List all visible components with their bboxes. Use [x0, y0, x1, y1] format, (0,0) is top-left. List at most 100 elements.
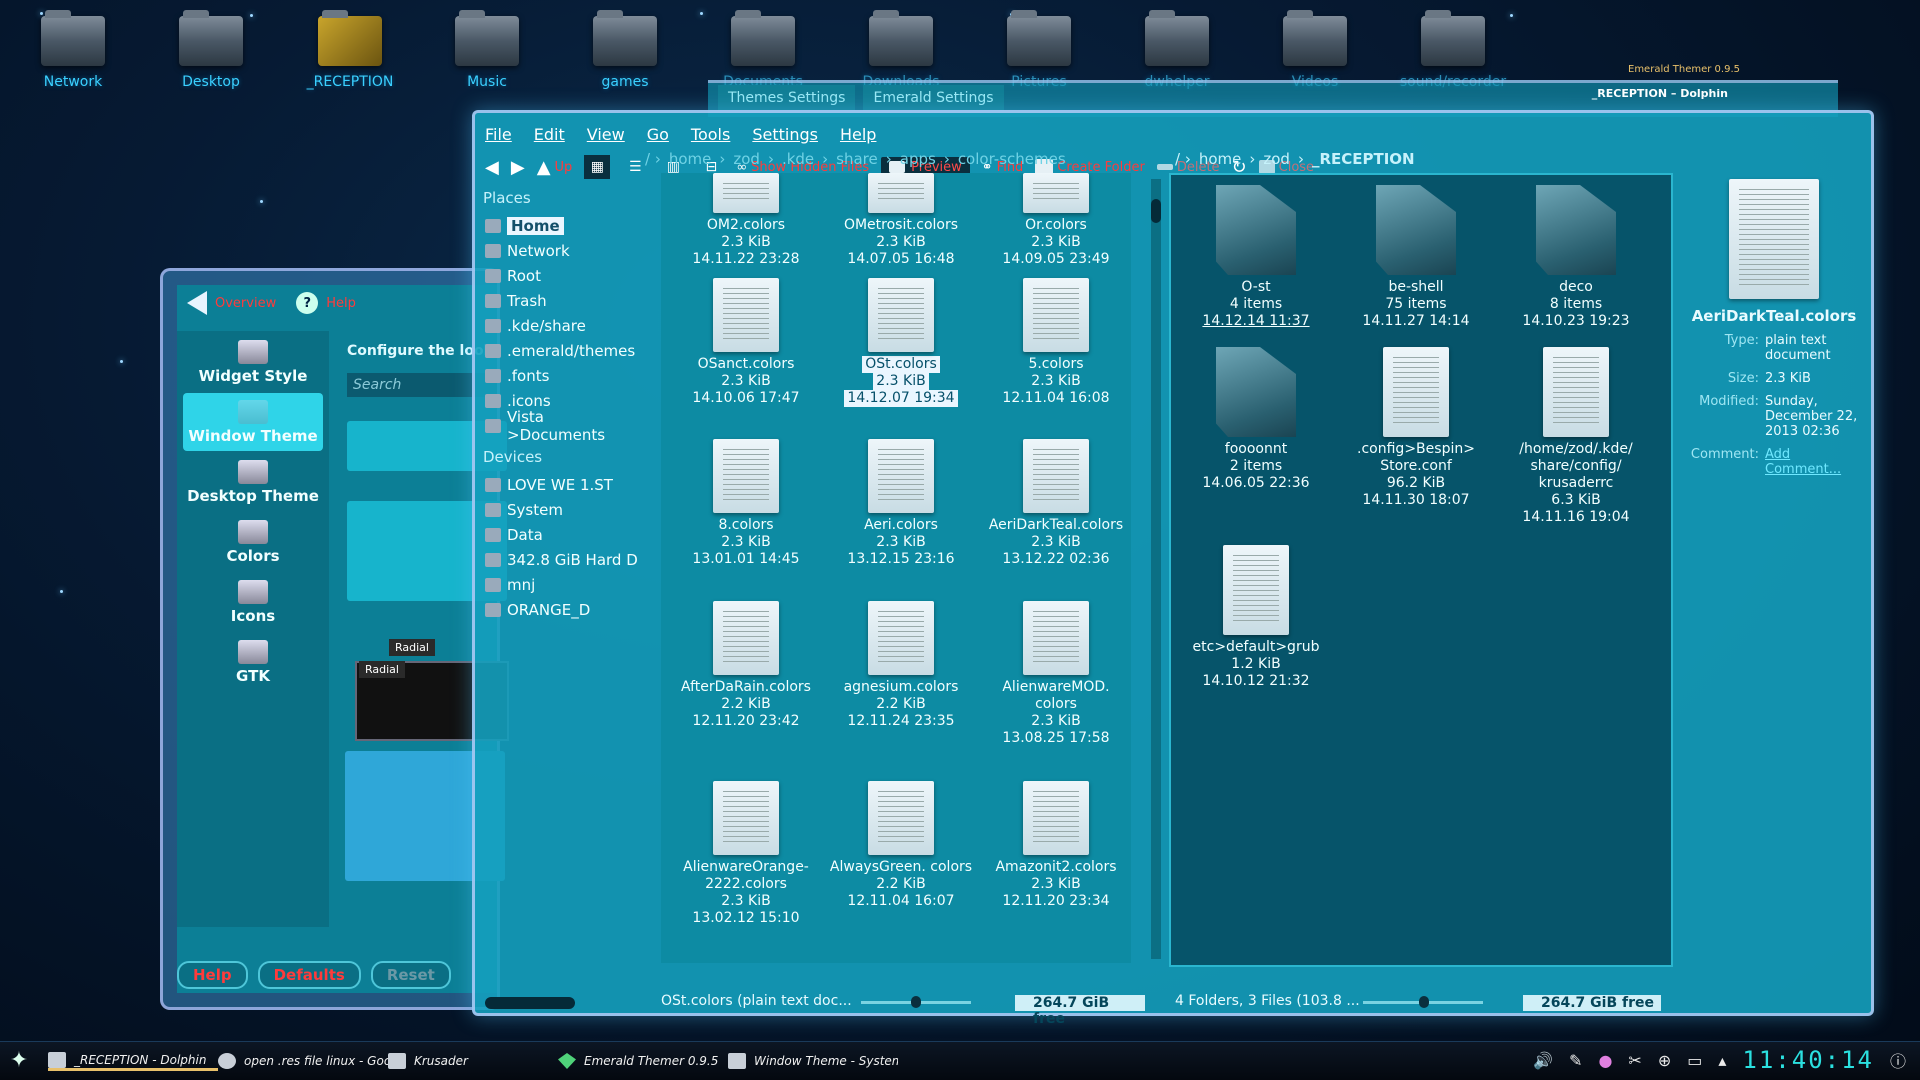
task-krusader[interactable]: Krusader — [388, 1053, 558, 1069]
menu-go[interactable]: Go — [647, 125, 669, 144]
menu-edit[interactable]: Edit — [534, 125, 565, 144]
desktop-icon-videos[interactable]: Videos — [1255, 10, 1375, 90]
crumb-home[interactable]: home — [1199, 150, 1242, 168]
task-dolphin[interactable]: _RECEPTION - Dolphin — [48, 1051, 218, 1071]
crumb-home[interactable]: home — [669, 150, 712, 168]
right-zoom-knob[interactable] — [1419, 996, 1429, 1008]
device-mnj[interactable]: mnj — [483, 572, 643, 597]
place-root[interactable]: Root — [483, 263, 643, 288]
crumb-zod[interactable]: zod — [733, 150, 760, 168]
folder-item[interactable]: be-shell 75 items 14.11.27 14:14 — [1341, 185, 1491, 330]
task-browser[interactable]: open .res file linux - Goo — [218, 1053, 388, 1069]
help-button[interactable]: Help — [177, 961, 248, 989]
info-icon[interactable]: ⓘ — [1890, 1048, 1906, 1072]
add-comment-link[interactable]: Add Comment... — [1765, 447, 1869, 477]
device-love-we[interactable]: LOVE WE 1.ST — [483, 472, 643, 497]
scissors-icon[interactable]: ✂ — [1628, 1051, 1641, 1070]
display-icon[interactable]: ▭ — [1687, 1051, 1702, 1070]
place-home[interactable]: Home — [483, 213, 643, 238]
file-item[interactable]: etc>default>grub 1.2 KiB 14.10.12 21:32 — [1181, 545, 1331, 690]
file-item[interactable]: agnesium.colors 2.2 KiB 12.11.24 23:35 — [826, 601, 976, 730]
back-arrow-icon[interactable] — [187, 291, 207, 315]
left-zoom-knob[interactable] — [911, 996, 921, 1008]
device-system[interactable]: System — [483, 497, 643, 522]
icons-view-button[interactable]: ▦ — [584, 155, 611, 179]
task-emerald-themer[interactable]: Emerald Themer 0.9.5 — [558, 1053, 728, 1069]
file-item[interactable]: Or.colors 2.3 KiB 14.09.05 23:49 — [981, 173, 1131, 268]
device-orange-d[interactable]: ORANGE_D — [483, 597, 643, 622]
defaults-button[interactable]: Defaults — [257, 961, 361, 989]
scrollbar-thumb[interactable] — [1151, 199, 1161, 223]
tab-themes-settings[interactable]: Themes Settings — [718, 85, 856, 111]
file-item[interactable]: OSanct.colors 2.3 KiB 14.10.06 17:47 — [671, 278, 821, 407]
category-colors[interactable]: Colors — [183, 513, 323, 571]
pen-icon[interactable]: ✎ — [1569, 1051, 1582, 1070]
clock[interactable]: 11:40:14 — [1742, 1046, 1874, 1074]
menu-view[interactable]: View — [587, 125, 625, 144]
folder-item[interactable]: foooonnt 2 items 14.06.05 22:36 — [1181, 347, 1331, 492]
left-scrollbar[interactable] — [1151, 179, 1161, 959]
file-item[interactable]: AlwaysGreen. colors 2.2 KiB 12.11.04 16:07 — [826, 781, 976, 910]
reset-button[interactable]: Reset — [370, 961, 451, 989]
category-gtk[interactable]: GTK — [183, 633, 323, 691]
place-emerald-themes[interactable]: .emerald/themes — [483, 338, 643, 363]
file-item[interactable]: AeriDarkTeal.colors 2.3 KiB 13.12.22 02:36 — [981, 439, 1131, 568]
kde-menu-icon[interactable]: ✦ — [4, 1046, 34, 1076]
status-dot-icon[interactable]: ● — [1598, 1051, 1612, 1070]
file-item[interactable]: 8.colors 2.3 KiB 13.01.01 14:45 — [671, 439, 821, 568]
tray-expand-icon[interactable]: ▴ — [1718, 1051, 1726, 1070]
crumb-reception[interactable]: _RECEPTION — [1312, 150, 1415, 168]
file-item[interactable]: AlienwareOrange-2222.colors 2.3 KiB 13.02.… — [671, 781, 821, 927]
desktop-icon-network[interactable]: Network — [13, 10, 133, 90]
device-hard-drive[interactable]: 342.8 GiB Hard D — [483, 547, 643, 572]
folder-item[interactable]: O-st 4 items 14.12.14 11:37 — [1181, 185, 1331, 330]
help-button[interactable]: Help — [326, 296, 356, 311]
menu-help[interactable]: Help — [840, 125, 876, 144]
desktop-icon-documents[interactable]: Documents — [703, 10, 823, 90]
file-item[interactable]: OMetrosit.colors 2.3 KiB 14.07.05 16:48 — [826, 173, 976, 268]
category-window-theme[interactable]: Window Theme — [183, 393, 323, 451]
folder-item[interactable]: deco 8 items 14.10.23 19:23 — [1501, 185, 1651, 330]
place-trash[interactable]: Trash — [483, 288, 643, 313]
category-desktop-theme[interactable]: Desktop Theme — [183, 453, 323, 511]
desktop-icon-reception[interactable]: _RECEPTION — [290, 10, 410, 90]
file-item[interactable]: AlienwareMOD. colors 2.3 KiB 13.08.25 17:5… — [981, 601, 1131, 747]
place-vista-documents[interactable]: Vista >Documents — [483, 408, 643, 444]
forward-icon[interactable]: ▶ — [511, 157, 525, 178]
task-window-theme[interactable]: Window Theme - System — [728, 1053, 898, 1069]
crumb-apps[interactable]: apps — [900, 150, 936, 168]
crumb-share[interactable]: share — [836, 150, 878, 168]
place-network[interactable]: Network — [483, 238, 643, 263]
file-item-selected[interactable]: OSt.colors 2.3 KiB 14.12.07 19:34 — [826, 278, 976, 407]
file-item[interactable]: AfterDaRain.colors 2.2 KiB 12.11.20 23:42 — [671, 601, 821, 730]
file-item[interactable]: 5.colors 2.3 KiB 12.11.04 16:08 — [981, 278, 1131, 407]
overview-button[interactable]: Overview — [215, 296, 276, 311]
desktop-icon-games[interactable]: games — [565, 10, 685, 90]
up-button[interactable]: ▲ Up — [537, 157, 573, 178]
zoom-slider-places[interactable] — [485, 997, 575, 1009]
place-fonts[interactable]: .fonts — [483, 363, 643, 388]
place-kde-share[interactable]: .kde/share — [483, 313, 643, 338]
file-item[interactable]: .config>Bespin> Store.conf 96.2 KiB 14.11.… — [1341, 347, 1491, 509]
file-item[interactable]: OM2.colors 2.3 KiB 14.11.22 23:28 — [671, 173, 821, 268]
category-icons[interactable]: Icons — [183, 573, 323, 631]
file-item[interactable]: /home/zod/.kde/ share/config/ krusaderrc… — [1501, 347, 1651, 526]
desktop-icon-desktop[interactable]: Desktop — [151, 10, 271, 90]
volume-icon[interactable]: 🔊 — [1533, 1051, 1553, 1070]
crumb-color-schemes[interactable]: color-schemes — [958, 150, 1066, 168]
desktop-icon-sound-recorder[interactable]: sound/recorder — [1393, 10, 1513, 90]
desktop-icon-downloads[interactable]: Downloads — [841, 10, 961, 90]
tab-emerald-settings[interactable]: Emerald Settings — [863, 85, 1004, 111]
category-widget-style[interactable]: Widget Style — [183, 333, 323, 391]
menu-tools[interactable]: Tools — [691, 125, 730, 144]
desktop-icon-dwhelper[interactable]: dwhelper — [1117, 10, 1237, 90]
network-manager-icon[interactable]: ⊕ — [1658, 1051, 1671, 1070]
crumb-zod[interactable]: zod — [1263, 150, 1290, 168]
help-icon[interactable]: ? — [296, 292, 319, 314]
desktop-icon-pictures[interactable]: Pictures — [979, 10, 1099, 90]
desktop-icon-music[interactable]: Music — [427, 10, 547, 90]
back-icon[interactable]: ◀ — [485, 157, 499, 178]
menu-file[interactable]: File — [485, 125, 512, 144]
file-item[interactable]: Aeri.colors 2.3 KiB 13.12.15 23:16 — [826, 439, 976, 568]
file-item[interactable]: Amazonit2.colors 2.3 KiB 12.11.20 23:34 — [981, 781, 1131, 910]
